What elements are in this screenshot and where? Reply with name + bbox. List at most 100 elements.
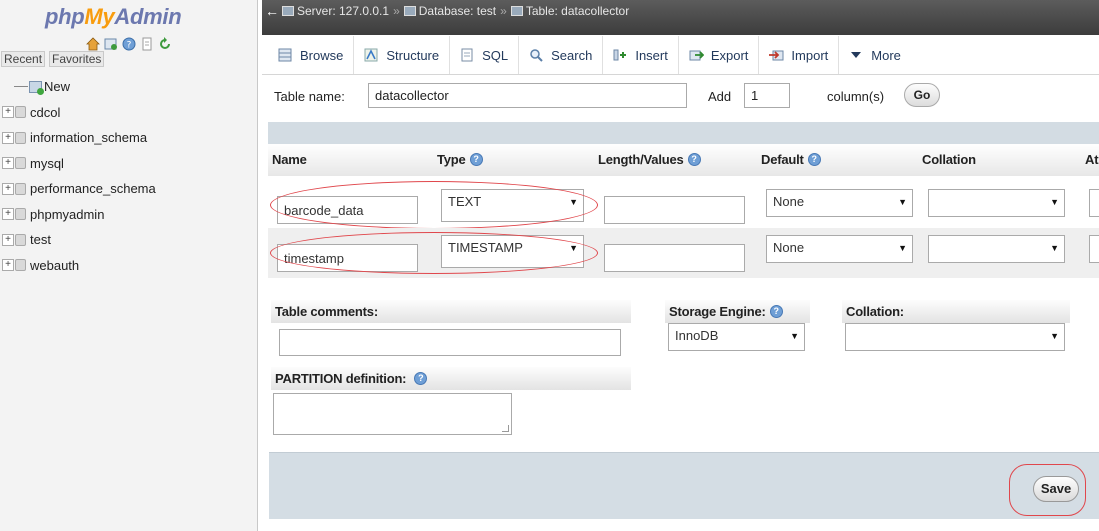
columns-header-row: Name Type ? Length/Values ? Default ? Co… — [268, 144, 1099, 176]
database-icon — [15, 182, 26, 195]
length-values-input[interactable] — [604, 196, 745, 224]
insert-icon — [613, 48, 628, 62]
expand-icon[interactable]: + — [2, 131, 14, 144]
breadcrumb-table[interactable]: Table: datacollector — [510, 4, 629, 18]
type-select[interactable]: TEXT ▼ — [441, 189, 584, 222]
tab-label: Search — [551, 47, 593, 63]
tree-item-phpmyadmin[interactable]: + phpmyadmin — [2, 202, 156, 228]
sql-query-icon[interactable] — [104, 37, 118, 51]
tab-export[interactable]: Export — [679, 36, 760, 74]
column-name-input[interactable]: barcode_data — [277, 196, 418, 224]
go-button[interactable]: Go — [904, 83, 940, 107]
default-select[interactable]: None ▼ — [766, 189, 913, 217]
column-name-input[interactable]: timestamp — [277, 244, 418, 272]
dropdown-arrow-icon: ▼ — [1050, 197, 1059, 207]
docs-icon[interactable] — [140, 37, 154, 51]
help-icon[interactable]: ? — [469, 153, 483, 166]
add-columns-input[interactable]: 1 — [744, 83, 790, 108]
dropdown-arrow-icon: ▼ — [898, 197, 907, 207]
tree-item-new[interactable]: New — [2, 74, 156, 100]
attributes-select[interactable] — [1089, 189, 1099, 217]
tab-import[interactable]: Import — [759, 36, 840, 74]
header-type: Type ? — [437, 152, 483, 167]
phpmyadmin-logo[interactable]: phpMyAdmin — [45, 4, 182, 30]
tab-insert[interactable]: Insert — [603, 36, 679, 74]
partition-definition-textarea[interactable] — [273, 393, 512, 435]
tree-item-label: mysql — [30, 155, 64, 171]
length-values-input[interactable] — [604, 244, 745, 272]
expand-icon[interactable]: + — [2, 233, 14, 246]
header-label: Type — [437, 152, 466, 167]
columns-table-top-strip — [268, 122, 1099, 144]
database-tree: New + cdcol + information_schema + mysql… — [2, 74, 156, 278]
favorites-tab[interactable]: Favorites — [49, 51, 105, 67]
tree-item-cdcol[interactable]: + cdcol — [2, 100, 156, 126]
new-database-icon — [29, 80, 44, 95]
default-select-value: None — [773, 194, 805, 209]
tab-browse[interactable]: Browse — [266, 36, 355, 74]
dropdown-arrow-icon: ▼ — [569, 197, 578, 207]
header-label: Collation — [922, 152, 976, 167]
tree-item-label: cdcol — [30, 104, 61, 120]
database-icon — [15, 106, 26, 119]
header-label: Name — [272, 152, 307, 167]
section-label: Storage Engine: — [669, 304, 766, 319]
reload-icon[interactable] — [158, 37, 172, 51]
tab-more[interactable]: More — [839, 36, 911, 74]
tab-search[interactable]: Search — [519, 36, 604, 74]
table-name-input[interactable]: datacollector — [368, 83, 687, 108]
expand-icon[interactable]: + — [2, 106, 14, 119]
breadcrumb-server[interactable]: Server: 127.0.0.1 — [282, 4, 389, 18]
back-arrow-icon[interactable]: ← — [262, 3, 282, 19]
structure-icon — [364, 48, 379, 62]
tab-label: Structure — [386, 47, 440, 63]
breadcrumb-separator: » — [500, 4, 507, 18]
table-comments-input[interactable] — [279, 329, 621, 356]
storage-engine-select[interactable]: InnoDB ▼ — [668, 323, 805, 351]
tree-item-mysql[interactable]: + mysql — [2, 151, 156, 177]
expand-icon[interactable]: + — [2, 182, 14, 195]
expand-icon[interactable]: + — [2, 259, 14, 272]
home-icon[interactable] — [86, 37, 100, 51]
tree-item-performance-schema[interactable]: + performance_schema — [2, 176, 156, 202]
collation-select[interactable]: ▼ — [928, 189, 1065, 217]
tree-item-webauth[interactable]: + webauth — [2, 253, 156, 279]
database-icon — [15, 157, 26, 170]
tab-sql[interactable]: SQL — [450, 36, 520, 74]
browse-icon — [278, 48, 293, 62]
dropdown-arrow-icon: ▼ — [1050, 331, 1059, 341]
help-icon[interactable]: ? — [687, 153, 701, 166]
table-icon — [510, 6, 523, 16]
database-icon — [15, 131, 26, 144]
type-select[interactable]: TIMESTAMP ▼ — [441, 235, 584, 268]
breadcrumb-database[interactable]: Database: test — [403, 4, 497, 18]
tree-item-information-schema[interactable]: + information_schema — [2, 125, 156, 151]
database-icon — [15, 233, 26, 246]
attributes-select[interactable] — [1089, 235, 1099, 263]
help-icon[interactable]: ? — [807, 153, 821, 166]
default-select[interactable]: None ▼ — [766, 235, 913, 263]
tab-structure[interactable]: Structure — [354, 36, 451, 74]
tree-item-label: webauth — [30, 257, 80, 273]
expand-icon[interactable]: + — [2, 208, 14, 221]
expand-icon[interactable]: + — [2, 157, 14, 170]
collation-select[interactable]: ▼ — [928, 235, 1065, 263]
svg-text:?: ? — [127, 41, 132, 51]
header-name: Name — [272, 152, 307, 167]
triangle-down-icon — [849, 48, 864, 62]
help-icon[interactable]: ? — [122, 37, 136, 51]
help-icon[interactable]: ? — [414, 372, 428, 385]
header-length-values: Length/Values ? — [598, 152, 701, 167]
help-icon[interactable]: ? — [769, 305, 783, 318]
recent-tab[interactable]: Recent — [1, 51, 46, 67]
tree-item-label: New — [44, 79, 71, 95]
breadcrumb-label: Database: test — [418, 4, 497, 18]
header-collation: Collation — [922, 152, 976, 167]
recent-favorites-tabs: Recent Favorites — [0, 51, 105, 67]
header-default: Default ? — [761, 152, 821, 167]
navigation-panel: phpMyAdmin ? Recent Favorites New + cdco… — [0, 0, 258, 531]
table-collation-select[interactable]: ▼ — [845, 323, 1065, 351]
breadcrumb-bar: ← Server: 127.0.0.1 » Database: test » T… — [262, 0, 1099, 35]
page-bottom-edge — [262, 519, 1099, 531]
tree-item-test[interactable]: + test — [2, 227, 156, 253]
